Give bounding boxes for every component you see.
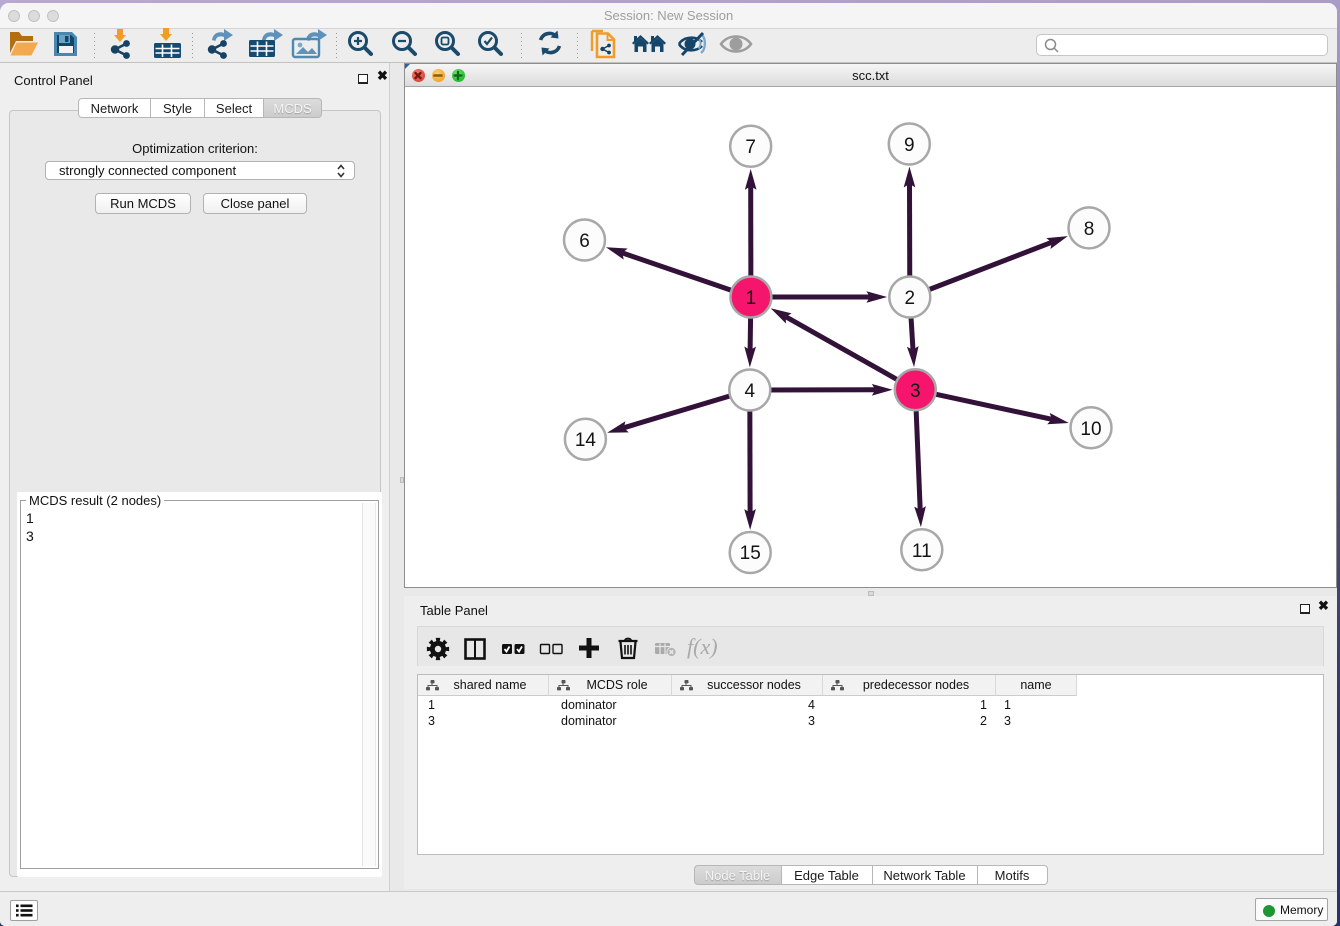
svg-text:14: 14 [575,430,597,451]
svg-text:15: 15 [740,543,761,564]
svg-text:7: 7 [745,137,756,158]
svg-text:10: 10 [1080,419,1101,440]
svg-text:4: 4 [745,381,756,402]
svg-text:8: 8 [1084,219,1095,240]
svg-text:1: 1 [746,288,757,309]
svg-text:2: 2 [905,288,916,309]
svg-text:11: 11 [912,541,932,562]
svg-text:3: 3 [910,381,921,402]
svg-text:6: 6 [579,231,590,252]
svg-text:9: 9 [904,135,915,156]
